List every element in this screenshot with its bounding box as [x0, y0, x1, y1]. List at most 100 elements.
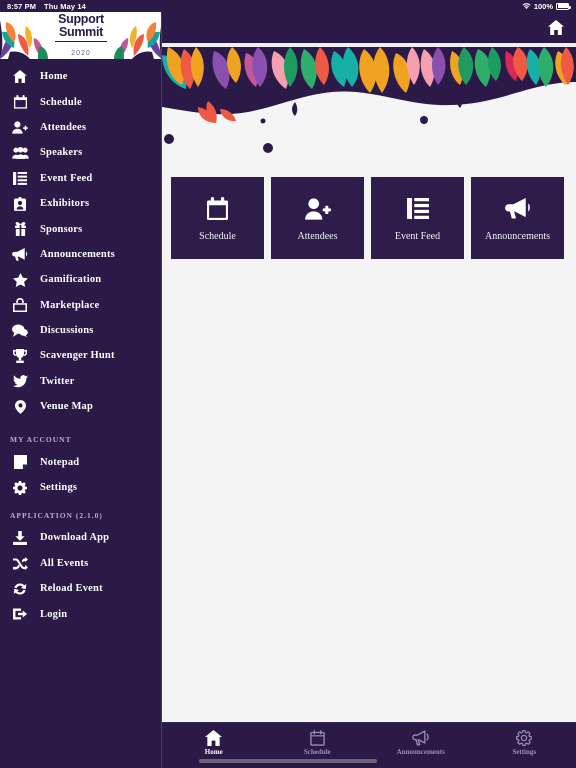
reload-icon	[10, 581, 30, 597]
event-banner-image	[162, 47, 576, 157]
sidebar-item-exhibitors[interactable]: Exhibitors	[0, 191, 161, 216]
sidebar-item-label: Home	[40, 71, 68, 83]
sidebar-section-my-account: MY ACCOUNT	[10, 435, 72, 445]
sidebar-item-speakers[interactable]: Speakers	[0, 140, 161, 165]
sidebar-item-discussions[interactable]: Discussions	[0, 318, 161, 343]
logo-line-1: Support	[58, 12, 104, 26]
tile-label: Announcements	[485, 230, 550, 242]
shopping-bag-icon	[10, 297, 30, 313]
home-icon	[10, 69, 30, 85]
main-content-area	[162, 259, 576, 722]
megaphone-icon	[411, 729, 430, 746]
sidebar-item-label: Notepad	[40, 456, 80, 468]
person-add-icon	[10, 119, 30, 135]
logo-text: Support Summit 2020	[55, 12, 107, 59]
sidebar-item-settings[interactable]: Settings	[0, 475, 161, 500]
sidebar-item-label: Sponsors	[40, 223, 83, 235]
sidebar-item-label: Announcements	[40, 248, 115, 260]
sidebar-item-home[interactable]: Home	[0, 64, 161, 89]
banner-gap	[162, 43, 576, 47]
sidebar-item-attendees[interactable]: Attendees	[0, 115, 161, 140]
twitter-icon	[10, 373, 30, 389]
sidebar-item-label: All Events	[40, 557, 89, 569]
list-icon	[406, 195, 429, 223]
sidebar-item-label: Attendees	[40, 121, 87, 133]
sidebar-section-application: APPLICATION (2.1.0)	[10, 511, 103, 521]
tile-attendees[interactable]: Attendees	[271, 177, 364, 259]
sidebar-item-twitter[interactable]: Twitter	[0, 369, 161, 394]
tile-announcements[interactable]: Announcements	[471, 177, 564, 259]
app-header	[162, 12, 576, 43]
logo-foliage-decoration	[0, 20, 48, 59]
sidebar-item-label: Discussions	[40, 325, 94, 337]
tab-label: Announcements	[396, 748, 445, 756]
tile-label: Event Feed	[394, 230, 441, 242]
calendar-icon	[207, 195, 228, 223]
megaphone-icon	[504, 195, 531, 223]
tab-schedule[interactable]: Schedule	[266, 723, 370, 756]
sidebar-item-download-app[interactable]: Download App	[0, 525, 161, 550]
notepad-icon	[10, 454, 30, 470]
sidebar-menu: Home Schedule Attendees Speakers Event F…	[0, 59, 161, 627]
tab-label: Home	[204, 748, 223, 756]
tile-schedule[interactable]: Schedule	[171, 177, 264, 259]
sidebar-item-venue-map[interactable]: Venue Map	[0, 394, 161, 419]
sidebar-item-notepad[interactable]: Notepad	[0, 449, 161, 474]
sidebar-item-announcements[interactable]: Announcements	[0, 242, 161, 267]
login-icon	[10, 606, 30, 622]
sidebar-item-label: Marketplace	[40, 299, 100, 311]
sidebar-item-label: Twitter	[40, 375, 75, 387]
logo-foliage-decoration-mirror	[114, 20, 161, 59]
status-time: 8:57 PM	[7, 1, 37, 11]
logo-line-2: Summit	[58, 25, 104, 39]
sidebar-item-event-feed[interactable]: Event Feed	[0, 166, 161, 191]
sidebar-item-label: Event Feed	[40, 172, 93, 184]
wifi-icon	[522, 3, 531, 10]
sidebar-item-label: Exhibitors	[40, 198, 90, 210]
home-indicator[interactable]	[199, 759, 377, 763]
gear-icon	[516, 729, 533, 746]
badge-icon	[10, 196, 30, 212]
tab-label: Schedule	[303, 748, 331, 756]
sidebar-item-label: Schedule	[40, 96, 82, 108]
event-logo[interactable]: Support Summit 2020	[0, 12, 161, 59]
sidebar-item-reload-event[interactable]: Reload Event	[0, 576, 161, 601]
sidebar-item-all-events[interactable]: All Events	[0, 551, 161, 576]
sidebar-item-label: Venue Map	[40, 401, 94, 413]
tile-event-feed[interactable]: Event Feed	[371, 177, 464, 259]
calendar-icon	[310, 729, 325, 746]
sidebar-item-label: Gamification	[40, 274, 102, 286]
star-icon	[10, 272, 30, 288]
tab-home[interactable]: Home	[162, 723, 266, 756]
download-icon	[10, 530, 30, 546]
tropical-foliage-illustration	[162, 47, 576, 157]
battery-percent: 100%	[533, 1, 553, 11]
people-group-icon	[10, 145, 30, 161]
sidebar-item-label: Speakers	[40, 147, 83, 159]
app-window: 8:57 PM Thu May 14 100% Support Summit 2…	[0, 0, 576, 768]
sidebar-item-label: Reload Event	[40, 583, 103, 595]
tab-announcements[interactable]: Announcements	[369, 723, 473, 756]
gear-icon	[10, 480, 30, 496]
sidebar-item-gamification[interactable]: Gamification	[0, 267, 161, 292]
sidebar-item-marketplace[interactable]: Marketplace	[0, 293, 161, 318]
home-icon[interactable]	[548, 20, 564, 35]
sidebar: Support Summit 2020 Home Schedule Attend…	[0, 12, 162, 768]
sidebar-item-label: Settings	[40, 482, 78, 494]
map-pin-icon	[10, 399, 30, 415]
tab-settings[interactable]: Settings	[473, 723, 576, 756]
shuffle-icon	[10, 555, 30, 571]
person-add-icon	[304, 195, 331, 223]
list-icon	[10, 170, 30, 186]
sidebar-item-sponsors[interactable]: Sponsors	[0, 216, 161, 241]
sidebar-item-label: Scavenger Hunt	[40, 350, 115, 362]
trophy-icon	[10, 348, 30, 364]
sidebar-item-schedule[interactable]: Schedule	[0, 89, 161, 114]
status-bar: 8:57 PM Thu May 14 100%	[0, 0, 576, 12]
sidebar-item-login[interactable]: Login	[0, 601, 161, 626]
tile-label: Schedule	[199, 230, 236, 242]
gift-icon	[10, 221, 30, 237]
sidebar-item-scavenger-hunt[interactable]: Scavenger Hunt	[0, 343, 161, 368]
tile-label: Attendees	[297, 230, 338, 242]
home-icon	[205, 729, 223, 746]
